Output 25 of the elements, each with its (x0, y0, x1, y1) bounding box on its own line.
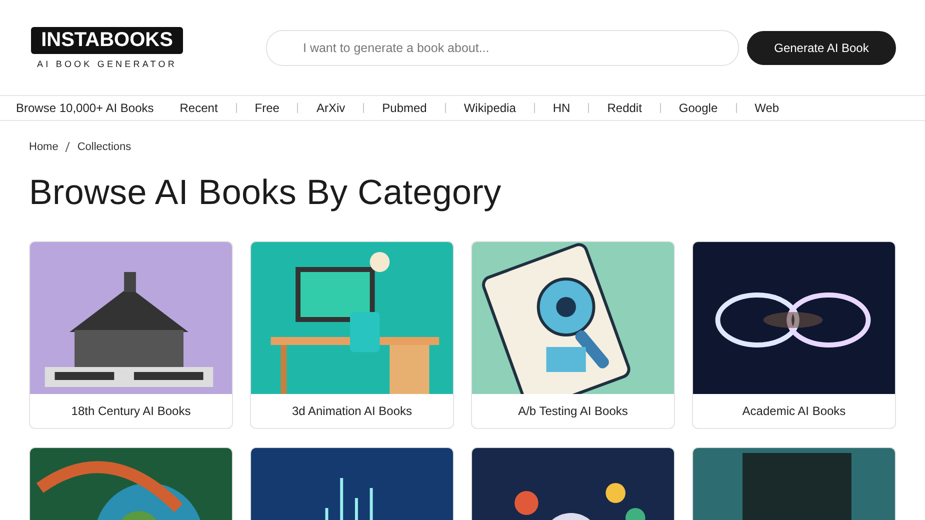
nav-link[interactable]: Recent (162, 101, 236, 115)
search-field[interactable]: I want to generate a book about... (266, 30, 739, 66)
logo[interactable]: INSTABOOKS (31, 26, 183, 54)
nav-link[interactable]: HN (534, 101, 588, 115)
category-card[interactable]: A/b Testing AI Books (471, 241, 675, 429)
nav-link[interactable]: Web (736, 101, 798, 115)
nav-link[interactable]: Browse 10,000+ AI Books (16, 101, 154, 115)
nav-link[interactable]: Reddit (589, 101, 660, 115)
card-title: 3d Animation AI Books (290, 403, 414, 420)
nav-link[interactable]: Pubmed (364, 101, 445, 115)
card-title: A/b Testing AI Books (517, 403, 629, 420)
logo-tagline: AI BOOK GENERATOR (37, 58, 177, 68)
breadcrumb-link[interactable]: Home (29, 141, 58, 153)
breadcrumb-link[interactable]: Collections (77, 141, 132, 153)
card-title: 18th Century AI Books (70, 403, 192, 420)
nav-link[interactable]: Google (660, 101, 736, 115)
nav-link[interactable]: Free (236, 101, 298, 115)
page-heading: Browse AI Books By Category (29, 173, 502, 213)
category-card[interactable]: 3d Animation AI Books (250, 241, 454, 429)
generate-button[interactable]: Generate AI Book (747, 30, 896, 64)
card-title: Academic AI Books (741, 403, 847, 420)
category-card[interactable]: 18th Century AI Books (29, 241, 233, 429)
category-card[interactable]: Academic AI Books (692, 241, 896, 429)
nav-link[interactable]: ArXiv (298, 101, 364, 115)
nav-link[interactable]: Wikipedia (446, 101, 534, 115)
